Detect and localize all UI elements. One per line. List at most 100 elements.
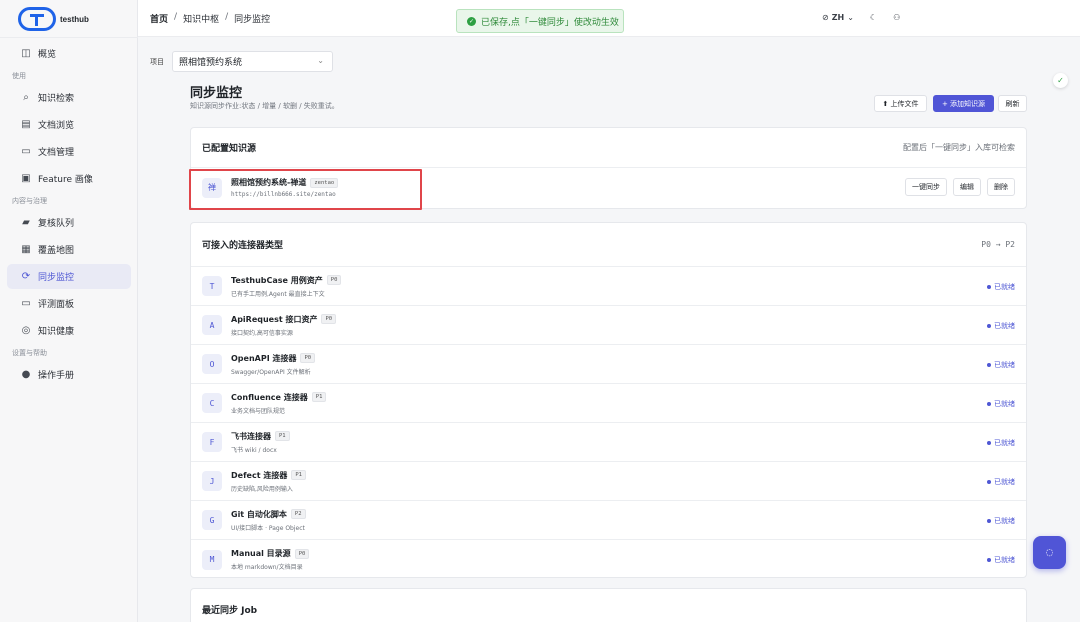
sidebar-item-review-queue[interactable]: ▰ 复核队列 <box>7 210 131 235</box>
check-circle-icon: ✓ <box>467 16 476 26</box>
status-badge: 已就绪 <box>987 555 1015 565</box>
sidebar-item-search[interactable]: ⌕ 知识检索 <box>7 85 131 110</box>
connector-list: T TesthubCase 用例资产 P0 已有手工用例,Agent 最直接上下文 已就… <box>191 267 1026 577</box>
connector-name: Manual 目录源 <box>231 549 291 558</box>
sidebar-item-feature[interactable]: ▣ Feature 画像 <box>7 166 131 191</box>
language-label: ZH <box>831 13 845 22</box>
connector-name: 飞书连接器 <box>231 431 271 441</box>
configured-sources-header: 已配置知识源 配置后「一键同步」入库可检索 <box>191 128 1026 168</box>
inbox-icon: ▰ <box>22 217 30 228</box>
logo-text: testhub <box>60 14 89 24</box>
source-url: https://billnb666.site/zentao <box>231 191 336 198</box>
chevron-down-icon: ⌄ <box>317 56 324 65</box>
status-label: 已就绪 <box>994 322 1015 330</box>
sync-now-button[interactable]: 一键同步 <box>905 178 947 196</box>
connector-avatar: O <box>202 354 222 374</box>
user-icon[interactable]: ⚇ <box>893 13 900 22</box>
list-item: 禅 照相馆预约系统-禅道 zentao https://billnb666.si… <box>191 168 1026 207</box>
language-switcher[interactable]: ⊘ ZH ⌄ <box>822 13 854 22</box>
source-avatar: 禅 <box>202 177 222 198</box>
status-badge: 已就绪 <box>987 477 1015 487</box>
app-logo[interactable]: testhub <box>18 6 89 32</box>
status-label: 已就绪 <box>994 517 1015 525</box>
table-row: C Confluence 连接器 P1 业务文档与团队规范 已就绪 <box>191 384 1026 423</box>
upload-file-button[interactable]: ⬆ 上传文件 <box>874 95 927 112</box>
page-title: 同步监控 <box>190 86 243 101</box>
configured-sources-title: 已配置知识源 <box>202 144 257 154</box>
project-select-value: 照相馆预约系统 <box>179 58 243 68</box>
priority-tag: P1 <box>275 431 290 441</box>
sidebar-item-label: 知识健康 <box>38 327 75 337</box>
sidebar-item-manual[interactable]: ● 操作手册 <box>7 362 131 387</box>
status-dot-icon <box>987 558 991 562</box>
sidebar-item-overview[interactable]: ◫ 概览 <box>7 41 131 66</box>
refresh-button[interactable]: 刷新 <box>998 95 1027 112</box>
sidebar-item-label: Feature 画像 <box>38 175 93 185</box>
monitor-icon: ▭ <box>21 298 31 309</box>
topbar-actions: ⊘ ZH ⌄ ☾ ⚇ <box>822 13 900 22</box>
document-icon: ▤ <box>21 119 31 130</box>
sidebar-item-sync-monitor[interactable]: ⟳ 同步监控 <box>7 264 131 289</box>
sidebar-item-eval-panel[interactable]: ▭ 评测面板 <box>7 291 131 316</box>
connector-avatar: T <box>202 276 222 296</box>
sidebar-item-docs-manage[interactable]: ▭ 文档管理 <box>7 139 131 164</box>
connector-name: ApiRequest 接口资产 <box>231 314 318 324</box>
connector-avatar: M <box>202 549 222 570</box>
status-dot-icon <box>987 324 991 328</box>
status-label: 已就绪 <box>994 400 1015 408</box>
configured-sources-hint: 配置后「一键同步」入库可检索 <box>903 143 1015 152</box>
connector-name: OpenAPI 连接器 <box>231 353 297 363</box>
sidebar-item-label: 文档浏览 <box>38 121 75 131</box>
sidebar-item-knowledge-health[interactable]: ◎ 知识健康 <box>7 318 131 343</box>
refresh-label: 刷新 <box>1005 99 1020 108</box>
breadcrumb-home[interactable]: 首页 <box>150 12 168 25</box>
table-row: O OpenAPI 连接器 P0 Swagger/OpenAPI 文件解析 已就绪 <box>191 345 1026 384</box>
sidebar-item-coverage-map[interactable]: ▦ 覆盖地图 <box>7 237 131 262</box>
status-dot-icon <box>987 441 991 445</box>
health-icon: ◎ <box>21 325 31 336</box>
sidebar-section-help: 设置与帮助 <box>12 349 47 357</box>
upload-icon: ⬆ <box>882 99 889 108</box>
priority-tag: P0 <box>300 353 316 363</box>
project-select[interactable]: 照相馆预约系统 ⌄ <box>172 51 333 72</box>
sidebar-item-docs-browse[interactable]: ▤ 文档浏览 <box>7 112 131 137</box>
project-label: 项目 <box>150 58 164 66</box>
connector-types-hint: P0 → P2 <box>981 240 1015 249</box>
connector-desc: 飞书 wiki / docx <box>231 446 277 454</box>
status-badge: 已就绪 <box>987 321 1015 331</box>
theme-toggle-moon-icon[interactable]: ☾ <box>870 13 877 22</box>
delete-button[interactable]: 删除 <box>987 178 1015 196</box>
recent-jobs-card: 最近同步 Job <box>190 588 1027 622</box>
table-row: J Defect 连接器 P1 历史缺陷,风险用例输入 已就绪 <box>191 462 1026 501</box>
status-label: 已就绪 <box>994 439 1015 447</box>
connector-avatar: J <box>202 471 222 491</box>
priority-tag: P1 <box>311 392 327 402</box>
sidebar-section-use: 使用 <box>12 72 26 80</box>
connector-name: Defect 连接器 <box>231 470 288 480</box>
connector-avatar: F <box>202 432 222 452</box>
sidebar-nav: ◫ 概览 使用 ⌕ 知识检索 ▤ 文档浏览 ▭ 文档管理 ▣ Feature 画… <box>0 40 138 389</box>
upload-file-label: 上传文件 <box>890 99 919 108</box>
status-dot-icon <box>987 480 991 484</box>
table-row: A ApiRequest 接口资产 P0 接口契约,高可信事实源 已就绪 <box>191 306 1026 345</box>
breadcrumb-separator: / <box>174 12 178 22</box>
status-badge: 已就绪 <box>987 360 1015 370</box>
sync-icon: ⟳ <box>21 271 31 282</box>
add-source-label: 添加知识源 <box>950 99 986 108</box>
extension-badge-icon[interactable]: ✓ <box>1053 73 1068 88</box>
connector-name: TesthubCase 用例资产 <box>231 275 323 285</box>
page-subtitle: 知识源同步作业:状态 / 增量 / 软删 / 失败重试。 <box>190 102 339 110</box>
chat-fab-button[interactable]: ◌ <box>1033 536 1066 569</box>
topbar: 首页 / 知识中枢 / 同步监控 ✓ 已保存,点「一键同步」使改动生效 ⊘ ZH… <box>138 0 1080 37</box>
status-label: 已就绪 <box>994 361 1015 369</box>
sidebar-item-label: 文档管理 <box>38 148 75 158</box>
edit-button[interactable]: 编辑 <box>953 178 981 196</box>
table-row: G Git 自动化脚本 P2 UI/接口脚本 · Page Object 已就绪 <box>191 501 1026 540</box>
breadcrumb-hub[interactable]: 知识中枢 <box>183 12 219 25</box>
plus-icon: + <box>941 99 948 108</box>
add-source-button[interactable]: + 添加知识源 <box>933 95 994 112</box>
status-label: 已就绪 <box>994 478 1015 486</box>
search-icon: ⌕ <box>23 92 29 103</box>
connector-types-title: 可接入的连接器类型 <box>202 241 284 251</box>
table-row: T TesthubCase 用例资产 P0 已有手工用例,Agent 最直接上下文 已就… <box>191 267 1026 306</box>
